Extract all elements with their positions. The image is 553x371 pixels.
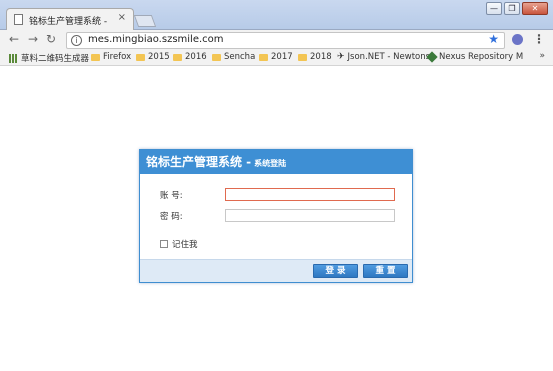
bookmark-star-icon[interactable]: ★	[488, 32, 499, 46]
bookmark-label: Firefox	[103, 52, 132, 62]
back-arrow-icon[interactable]: ←	[9, 32, 19, 46]
bookmark-item[interactable]: 草料二维码生成器	[9, 52, 89, 64]
browser-toolbar: ← → ↻ i mes.mingbiao.szsmile.com ★ ⋮	[0, 30, 553, 50]
account-label: 账 号:	[160, 191, 183, 201]
tab-close-icon[interactable]: ×	[118, 12, 126, 23]
bookmark-folder[interactable]: Sencha	[212, 52, 255, 62]
bookmarks-bar: 草料二维码生成器 Firefox 2015 2016 Sencha 2017 2…	[0, 50, 553, 66]
dialog-title: 铭标生产管理系统 -	[146, 155, 252, 169]
bookmark-label: 草料二维码生成器	[21, 54, 90, 64]
folder-icon	[173, 53, 182, 61]
rocket-icon: ✈	[337, 52, 345, 62]
login-button[interactable]: 登 录	[313, 264, 358, 278]
window-controls: — ❐ ✕	[486, 2, 548, 15]
menu-dots-icon[interactable]: ⋮	[533, 32, 545, 46]
folder-icon	[259, 53, 268, 61]
page-icon	[14, 14, 23, 25]
remember-checkbox[interactable]	[160, 240, 168, 248]
folder-icon	[298, 53, 307, 61]
bookmark-folder[interactable]: 2015	[136, 52, 170, 62]
restore-button[interactable]: ❐	[504, 2, 520, 15]
folder-icon	[91, 53, 100, 61]
login-dialog: 铭标生产管理系统 - 系统登陆 账 号: 密 码: 记住我 登 录 重 置	[139, 149, 413, 283]
bookmark-item[interactable]: ✈ Json.NET - Newtons	[337, 52, 430, 62]
qr-generator-icon	[9, 53, 18, 63]
address-bar[interactable]: i mes.mingbiao.szsmile.com ★	[66, 32, 505, 49]
bookmark-label: Nexus Repository M	[439, 52, 524, 62]
dialog-body: 账 号: 密 码: 记住我	[140, 174, 412, 261]
remember-label: 记住我	[172, 240, 198, 250]
bookmark-item[interactable]: Nexus Repository M	[426, 51, 524, 63]
reload-icon[interactable]: ↻	[46, 32, 56, 46]
page-content: 铭标生产管理系统 - 系统登陆 账 号: 密 码: 记住我 登 录 重 置	[0, 66, 553, 371]
reset-button[interactable]: 重 置	[363, 264, 408, 278]
dialog-header: 铭标生产管理系统 - 系统登陆	[140, 150, 412, 174]
dialog-subtitle: 系统登陆	[254, 159, 287, 168]
url-text[interactable]: mes.mingbiao.szsmile.com	[88, 34, 224, 45]
bookmark-folder[interactable]: 2017	[259, 52, 293, 62]
bookmark-folder[interactable]: 2016	[173, 52, 207, 62]
new-tab-button[interactable]	[133, 15, 157, 27]
bookmark-label: Json.NET - Newtons	[347, 52, 431, 62]
more-bookmarks-icon[interactable]: »	[539, 51, 545, 61]
browser-tab[interactable]: 铭标生产管理系统 - V1.0 ×	[6, 8, 134, 31]
bookmark-label: 2017	[271, 52, 293, 62]
tab-title: 铭标生产管理系统 - V1.0	[29, 17, 109, 27]
forward-arrow-icon[interactable]: →	[28, 32, 38, 46]
bookmark-folder[interactable]: Firefox	[91, 52, 131, 62]
close-window-button[interactable]: ✕	[522, 2, 548, 15]
dialog-footer: 登 录 重 置	[140, 259, 412, 282]
extension-icon[interactable]	[512, 34, 523, 45]
bookmark-label: Sencha	[224, 52, 256, 62]
password-input[interactable]	[225, 209, 395, 222]
password-label: 密 码:	[160, 212, 183, 222]
bookmark-label: 2016	[185, 52, 207, 62]
bookmark-label: 2018	[310, 52, 332, 62]
minimize-button[interactable]: —	[486, 2, 502, 15]
info-icon[interactable]: i	[71, 35, 82, 46]
bookmark-label: 2015	[148, 52, 170, 62]
bookmark-folder[interactable]: 2018	[298, 52, 332, 62]
nexus-icon	[426, 51, 438, 63]
folder-icon	[136, 53, 145, 61]
account-input[interactable]	[225, 188, 395, 201]
folder-icon	[212, 53, 221, 61]
remember-me[interactable]: 记住我	[160, 238, 198, 250]
window-titlebar: 铭标生产管理系统 - V1.0 × — ❐ ✕	[0, 0, 553, 31]
